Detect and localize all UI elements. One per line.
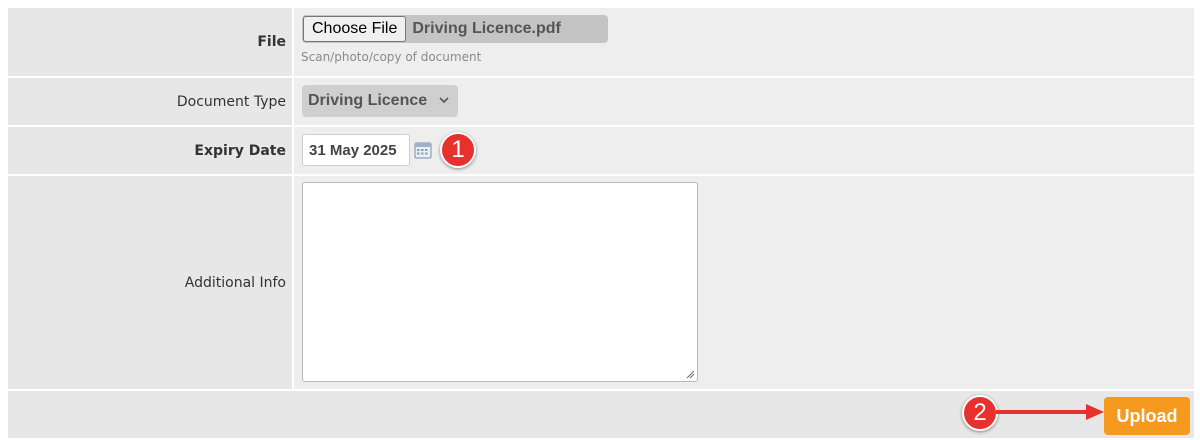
file-row: File Choose File Driving Licence.pdf Sca… bbox=[8, 8, 1194, 76]
chevron-down-icon bbox=[439, 97, 449, 104]
step-2-callout: 2 bbox=[962, 395, 998, 431]
document-type-value-cell: Driving Licence bbox=[294, 78, 1194, 125]
choose-file-button[interactable]: Choose File bbox=[303, 16, 407, 42]
document-type-row: Document Type Driving Licence bbox=[8, 78, 1194, 125]
actions-cell: 2 Upload bbox=[8, 391, 1194, 438]
expiry-date-row: Expiry Date 31 May 2025 1 bbox=[8, 127, 1194, 174]
expiry-date-value-cell: 31 May 2025 1 bbox=[294, 127, 1194, 174]
additional-info-value-cell bbox=[294, 176, 1194, 389]
upload-button[interactable]: Upload bbox=[1104, 397, 1190, 435]
document-type-label: Document Type bbox=[8, 78, 292, 125]
step-1-callout: 1 bbox=[440, 132, 476, 168]
document-type-select[interactable]: Driving Licence bbox=[302, 85, 458, 117]
document-type-selected: Driving Licence bbox=[308, 92, 428, 109]
file-input[interactable]: Choose File Driving Licence.pdf bbox=[302, 15, 608, 43]
document-upload-form: File Choose File Driving Licence.pdf Sca… bbox=[8, 8, 1194, 438]
additional-info-label: Additional Info bbox=[8, 176, 292, 389]
calendar-icon[interactable] bbox=[414, 141, 432, 159]
file-label: File bbox=[8, 8, 292, 76]
additional-info-row: Additional Info bbox=[8, 176, 1194, 389]
actions-row: 2 Upload bbox=[8, 391, 1194, 438]
expiry-date-label: Expiry Date bbox=[8, 127, 292, 174]
file-value-cell: Choose File Driving Licence.pdf Scan/pho… bbox=[294, 8, 1194, 76]
selected-file-name: Driving Licence.pdf bbox=[412, 20, 561, 37]
resize-grip-icon[interactable] bbox=[685, 369, 695, 379]
additional-info-textarea[interactable] bbox=[302, 182, 698, 382]
expiry-date-input[interactable]: 31 May 2025 bbox=[302, 134, 410, 166]
file-hint: Scan/photo/copy of document bbox=[301, 50, 482, 64]
arrow-right-icon bbox=[996, 404, 1104, 420]
